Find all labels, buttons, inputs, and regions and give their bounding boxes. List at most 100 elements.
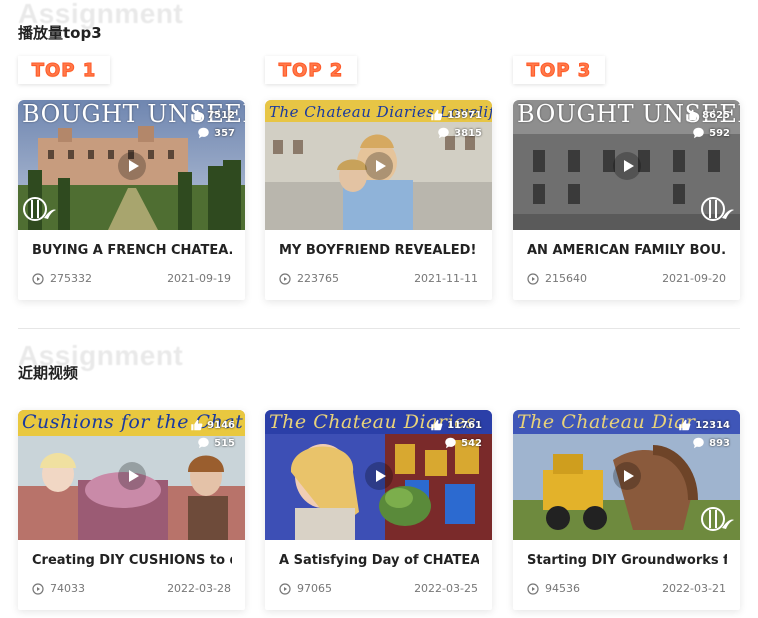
video-thumbnail[interactable]: BOUGHT UNSEEN 7512 357 [18, 100, 245, 230]
thumbs-up-icon [431, 419, 443, 431]
video-meta: 223765 2021-11-11 [279, 272, 478, 286]
play-circle-icon [527, 272, 539, 285]
rank-badge-label: TOP 1 [31, 59, 97, 81]
thumbs-up-icon [191, 109, 203, 121]
play-circle-icon [527, 582, 539, 595]
publish-date: 2021-11-11 [414, 272, 478, 285]
video-card[interactable]: BOUGHT UNSEEN 7512 357 BUYING A FRENCH C… [18, 100, 245, 300]
comments-count: 893 [709, 437, 730, 449]
video-card[interactable]: BOUGHT UNSEEN 8625 592 AN AMERICAN FAMIL… [513, 100, 740, 300]
thumbnail-stats: 11761 542 [418, 416, 482, 452]
comments-stat: 3815 [418, 124, 482, 142]
video-card[interactable]: The Chateau Diar 12314 893 Starting DIY … [513, 410, 740, 610]
likes-count: 11761 [447, 419, 482, 431]
channel-logo-icon [701, 507, 734, 531]
video-thumbnail[interactable]: The Chateau Diaries Lovelife & I 13971 3… [265, 100, 492, 230]
video-thumbnail[interactable]: Cushions for the Chat 9146 515 [18, 410, 245, 540]
view-count: 97065 [279, 582, 332, 595]
views-value: 94536 [545, 582, 580, 595]
comments-count: 515 [214, 437, 235, 449]
comments-stat: 592 [666, 124, 730, 142]
likes-stat: 8625 [666, 106, 730, 124]
likes-stat: 7512 [171, 106, 235, 124]
rank-badge-1: TOP 1 [18, 56, 110, 84]
rank-badge-3: TOP 3 [513, 56, 605, 84]
publish-date: 2022-03-28 [167, 582, 231, 595]
video-thumbnail[interactable]: BOUGHT UNSEEN 8625 592 [513, 100, 740, 230]
thumbs-up-icon [191, 419, 203, 431]
recent-videos-section: Assignment 近期视频 Cushions for the Chat 91… [0, 340, 758, 618]
comments-stat: 542 [418, 434, 482, 452]
channel-logo-icon [701, 197, 734, 221]
video-thumbnail[interactable]: The Chateau Diar 12314 893 [513, 410, 740, 540]
video-title[interactable]: Starting DIY Groundworks fo... [527, 553, 727, 568]
view-count: 275332 [32, 272, 92, 285]
channel-logo-icon [23, 197, 56, 221]
likes-count: 7512 [207, 109, 235, 121]
comments-stat: 893 [666, 434, 730, 452]
publish-date: 2022-03-21 [662, 582, 726, 595]
play-icon[interactable] [118, 152, 146, 180]
thumbnail-stats: 12314 893 [666, 416, 730, 452]
publish-date: 2021-09-20 [662, 272, 726, 285]
video-meta: 275332 2021-09-19 [32, 272, 231, 286]
video-meta: 74033 2022-03-28 [32, 582, 231, 596]
views-value: 74033 [50, 582, 85, 595]
play-circle-icon [32, 272, 44, 285]
comment-icon [445, 437, 456, 449]
publish-date: 2022-03-25 [414, 582, 478, 595]
video-title[interactable]: Creating DIY CUSHIONS to d... [32, 553, 232, 568]
video-meta: 97065 2022-03-25 [279, 582, 478, 596]
video-meta: 215640 2021-09-20 [527, 272, 726, 286]
play-circle-icon [279, 582, 291, 595]
likes-count: 8625 [702, 109, 730, 121]
likes-count: 13971 [447, 109, 482, 121]
video-title[interactable]: MY BOYFRIEND REVEALED! [279, 243, 479, 258]
video-card[interactable]: The Chateau Diaries Lovelife & I 13971 3… [265, 100, 492, 300]
likes-count: 12314 [695, 419, 730, 431]
video-title[interactable]: A Satisfying Day of CHATEA... [279, 553, 479, 568]
video-meta: 94536 2022-03-21 [527, 582, 726, 596]
thumbs-up-icon [431, 109, 443, 121]
play-icon[interactable] [613, 462, 641, 490]
comments-stat: 515 [171, 434, 235, 452]
rank-badge-2: TOP 2 [265, 56, 357, 84]
video-card[interactable]: The Chateau Diaries 11761 542 A Satisfyi… [265, 410, 492, 610]
likes-stat: 11761 [418, 416, 482, 434]
video-title[interactable]: AN AMERICAN FAMILY BOU... [527, 243, 727, 258]
comments-count: 357 [214, 127, 235, 139]
comments-stat: 357 [171, 124, 235, 142]
play-icon[interactable] [118, 462, 146, 490]
views-value: 223765 [297, 272, 339, 285]
play-icon[interactable] [613, 152, 641, 180]
comments-count: 542 [461, 437, 482, 449]
thumbs-up-icon [679, 419, 691, 431]
comment-icon [693, 127, 704, 139]
play-circle-icon [279, 272, 291, 285]
section-title: 播放量top3 [18, 24, 102, 42]
thumbnail-stats: 8625 592 [666, 106, 730, 142]
video-title[interactable]: BUYING A FRENCH CHATEA... [32, 243, 232, 258]
likes-count: 9146 [207, 419, 235, 431]
view-count: 74033 [32, 582, 85, 595]
views-value: 97065 [297, 582, 332, 595]
thumbs-up-icon [686, 109, 698, 121]
video-thumbnail[interactable]: The Chateau Diaries 11761 542 [265, 410, 492, 540]
thumbnail-stats: 13971 3815 [418, 106, 482, 142]
section-title: 近期视频 [18, 364, 79, 382]
comments-count: 592 [709, 127, 730, 139]
views-value: 275332 [50, 272, 92, 285]
play-circle-icon [32, 582, 44, 595]
likes-stat: 13971 [418, 106, 482, 124]
comment-icon [438, 127, 449, 139]
view-count: 223765 [279, 272, 339, 285]
play-icon[interactable] [365, 462, 393, 490]
comments-count: 3815 [454, 127, 482, 139]
publish-date: 2021-09-19 [167, 272, 231, 285]
likes-stat: 9146 [171, 416, 235, 434]
play-icon[interactable] [365, 152, 393, 180]
views-value: 215640 [545, 272, 587, 285]
video-card[interactable]: Cushions for the Chat 9146 515 Creating … [18, 410, 245, 610]
section-divider [18, 328, 740, 329]
thumbnail-stats: 7512 357 [171, 106, 235, 142]
